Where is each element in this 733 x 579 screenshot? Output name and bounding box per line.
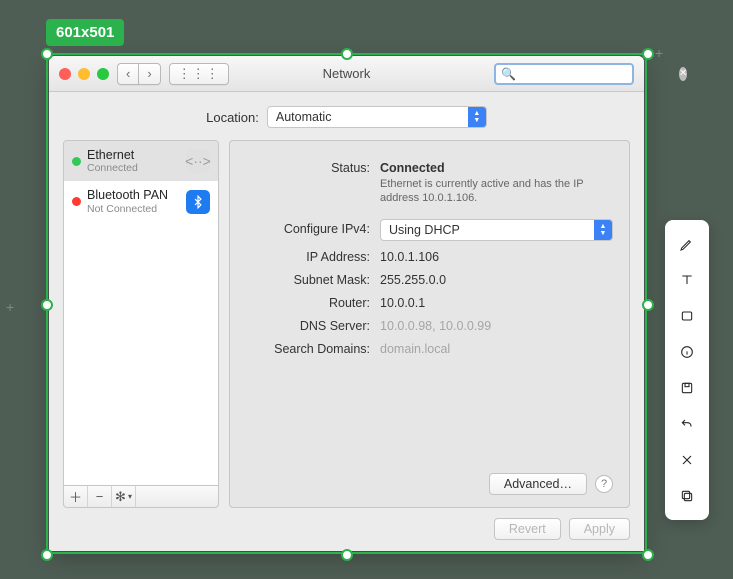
status-row: Status: Connected Ethernet is currently …	[244, 158, 613, 206]
location-select[interactable]: Automatic	[267, 106, 487, 128]
status-dot-icon	[72, 157, 81, 166]
status-value: Connected	[380, 161, 445, 175]
tool-undo[interactable]	[671, 408, 703, 440]
search-domains-row: Search Domains: domain.local	[244, 339, 613, 356]
stepper-caps-icon	[468, 107, 486, 127]
search-domains-value: domain.local	[380, 339, 613, 356]
window-close[interactable]	[59, 68, 71, 80]
stepper-caps-icon	[594, 220, 612, 240]
search-icon: 🔍	[501, 67, 516, 81]
tool-copy[interactable]	[671, 480, 703, 512]
nav-buttons: ‹ ›	[117, 63, 161, 85]
location-row: Location: Automatic	[49, 92, 644, 140]
search-domains-label: Search Domains:	[244, 339, 370, 356]
mask-row: Subnet Mask: 255.255.0.0	[244, 270, 613, 287]
resize-handle-ne[interactable]	[642, 48, 654, 60]
router-row: Router: 10.0.0.1	[244, 293, 613, 310]
add-interface-button[interactable]: ＋	[64, 486, 88, 507]
ip-row: IP Address: 10.0.1.106	[244, 247, 613, 264]
tool-close[interactable]	[671, 444, 703, 476]
location-label: Location:	[206, 110, 259, 125]
interface-detail-panel: Status: Connected Ethernet is currently …	[229, 140, 630, 508]
resize-handle-s[interactable]	[341, 549, 353, 561]
location-value: Automatic	[276, 110, 332, 124]
resize-handle-nw[interactable]	[41, 48, 53, 60]
sidebar-footer: ＋ − ✻	[63, 486, 219, 508]
help-button[interactable]: ?	[595, 475, 613, 493]
configure-ipv4-select[interactable]: Using DHCP	[380, 219, 613, 241]
tool-text[interactable]	[671, 264, 703, 296]
interface-list: Ethernet Connected <··> Bluetooth PAN No…	[63, 140, 219, 486]
apply-button[interactable]: Apply	[569, 518, 630, 540]
dns-value: 10.0.0.98, 10.0.0.99	[380, 316, 613, 333]
router-value: 10.0.0.1	[380, 293, 613, 310]
guide-cross: +	[655, 46, 663, 60]
tool-save[interactable]	[671, 372, 703, 404]
selection-dimensions-badge: 601x501	[46, 19, 124, 46]
revert-button[interactable]: Revert	[494, 518, 561, 540]
tool-rect[interactable]	[671, 300, 703, 332]
nav-back-button[interactable]: ‹	[117, 63, 138, 85]
sidebar-item-label: Ethernet	[87, 148, 180, 162]
tool-info[interactable]	[671, 336, 703, 368]
search-field[interactable]: 🔍 ✕	[494, 63, 634, 85]
window-zoom[interactable]	[97, 68, 109, 80]
mask-value: 255.255.0.0	[380, 270, 613, 287]
sidebar-item-bluetooth-pan[interactable]: Bluetooth PAN Not Connected	[64, 181, 218, 221]
remove-interface-button[interactable]: −	[88, 486, 112, 507]
resize-handle-w[interactable]	[41, 299, 53, 311]
resize-handle-sw[interactable]	[41, 549, 53, 561]
status-label: Status:	[244, 158, 370, 175]
resize-handle-se[interactable]	[642, 549, 654, 561]
tool-pen[interactable]	[671, 228, 703, 260]
sidebar-item-ethernet[interactable]: Ethernet Connected <··>	[64, 141, 218, 181]
status-dot-icon	[72, 197, 81, 206]
resize-handle-e[interactable]	[642, 299, 654, 311]
window-minimize[interactable]	[78, 68, 90, 80]
search-input[interactable]	[520, 67, 675, 81]
mask-label: Subnet Mask:	[244, 270, 370, 287]
sidebar-item-label: Bluetooth PAN	[87, 188, 180, 202]
annotation-tool-palette	[665, 220, 709, 520]
configure-label: Configure IPv4:	[244, 219, 370, 236]
guide-cross: +	[6, 300, 14, 314]
interface-actions-menu[interactable]: ✻	[112, 486, 136, 507]
advanced-button[interactable]: Advanced…	[489, 473, 587, 495]
ip-value: 10.0.1.106	[380, 247, 613, 264]
nav-forward-button[interactable]: ›	[138, 63, 160, 85]
resize-handle-n[interactable]	[341, 48, 353, 60]
configure-row: Configure IPv4: Using DHCP	[244, 219, 613, 241]
ethernet-icon: <··>	[186, 149, 210, 173]
search-clear-icon[interactable]: ✕	[679, 67, 687, 81]
sidebar-item-status: Connected	[87, 162, 180, 174]
configure-value: Using DHCP	[389, 223, 460, 237]
interface-sidebar: Ethernet Connected <··> Bluetooth PAN No…	[63, 140, 219, 508]
network-prefs-window: ‹ › ⋮⋮⋮ Network 🔍 ✕ Location: Automatic …	[49, 56, 644, 551]
window-footer: Revert Apply	[49, 508, 644, 550]
bluetooth-icon	[186, 190, 210, 214]
ip-label: IP Address:	[244, 247, 370, 264]
window-traffic-lights	[59, 68, 109, 80]
dns-row: DNS Server: 10.0.0.98, 10.0.0.99	[244, 316, 613, 333]
dns-label: DNS Server:	[244, 316, 370, 333]
router-label: Router:	[244, 293, 370, 310]
sidebar-item-status: Not Connected	[87, 203, 180, 215]
window-titlebar: ‹ › ⋮⋮⋮ Network 🔍 ✕	[49, 56, 644, 92]
show-all-button[interactable]: ⋮⋮⋮	[169, 63, 229, 85]
status-description: Ethernet is currently active and has the…	[380, 177, 613, 206]
